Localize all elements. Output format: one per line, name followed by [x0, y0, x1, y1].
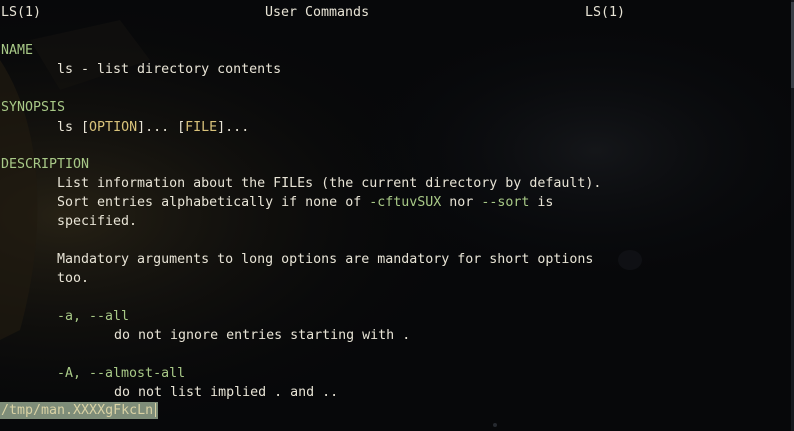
option-reference: --sort [481, 195, 530, 210]
text-cursor [155, 403, 157, 417]
description-text: Sort entries alphabetically if none of [57, 195, 370, 210]
section-heading-description: DESCRIPTION [1, 157, 90, 172]
synopsis-arg-option: OPTION [89, 120, 138, 135]
option-description: do not ignore entries starting with . [114, 328, 411, 343]
header-left: LS(1) [1, 5, 42, 20]
synopsis-arg-file: FILE [185, 120, 218, 135]
option-flags: -a, --all [57, 309, 130, 324]
section-heading-name: NAME [1, 43, 34, 58]
synopsis-command: ls [57, 120, 82, 135]
option-flags: -A, --almost-all [57, 366, 186, 381]
description-line: Mandatory arguments to long options are … [57, 252, 594, 267]
description-text: nor [441, 195, 482, 210]
description-line: too. [57, 271, 90, 286]
synopsis-bracket-open: [ [177, 120, 186, 135]
option-description: do not list implied . and .. [114, 385, 339, 400]
description-line: List information about the FILEs (the cu… [57, 176, 602, 191]
synopsis-line: ls [OPTION]... [FILE]... [57, 118, 249, 137]
man-page-viewer[interactable]: LS(1) User Commands LS(1) NAME ls - list… [0, 0, 794, 431]
header-title: User Commands [265, 5, 370, 20]
synopsis-bracket-open: [ [81, 120, 90, 135]
header-right: LS(1) [585, 5, 626, 20]
option-reference: -cftuvSUX [369, 195, 442, 210]
synopsis-bracket-close: ]... [137, 120, 178, 135]
synopsis-bracket-close: ]... [217, 120, 250, 135]
pager-status-line[interactable]: /tmp/man.XXXXgFkcLn [0, 402, 159, 419]
section-heading-synopsis: SYNOPSIS [1, 100, 66, 115]
description-line: specified. [57, 214, 138, 229]
status-filename: /tmp/man.XXXXgFkcLn [1, 403, 154, 418]
name-text: ls - list directory contents [57, 62, 282, 77]
description-text: is [529, 195, 554, 210]
description-line: Sort entries alphabetically if none of -… [57, 193, 553, 212]
